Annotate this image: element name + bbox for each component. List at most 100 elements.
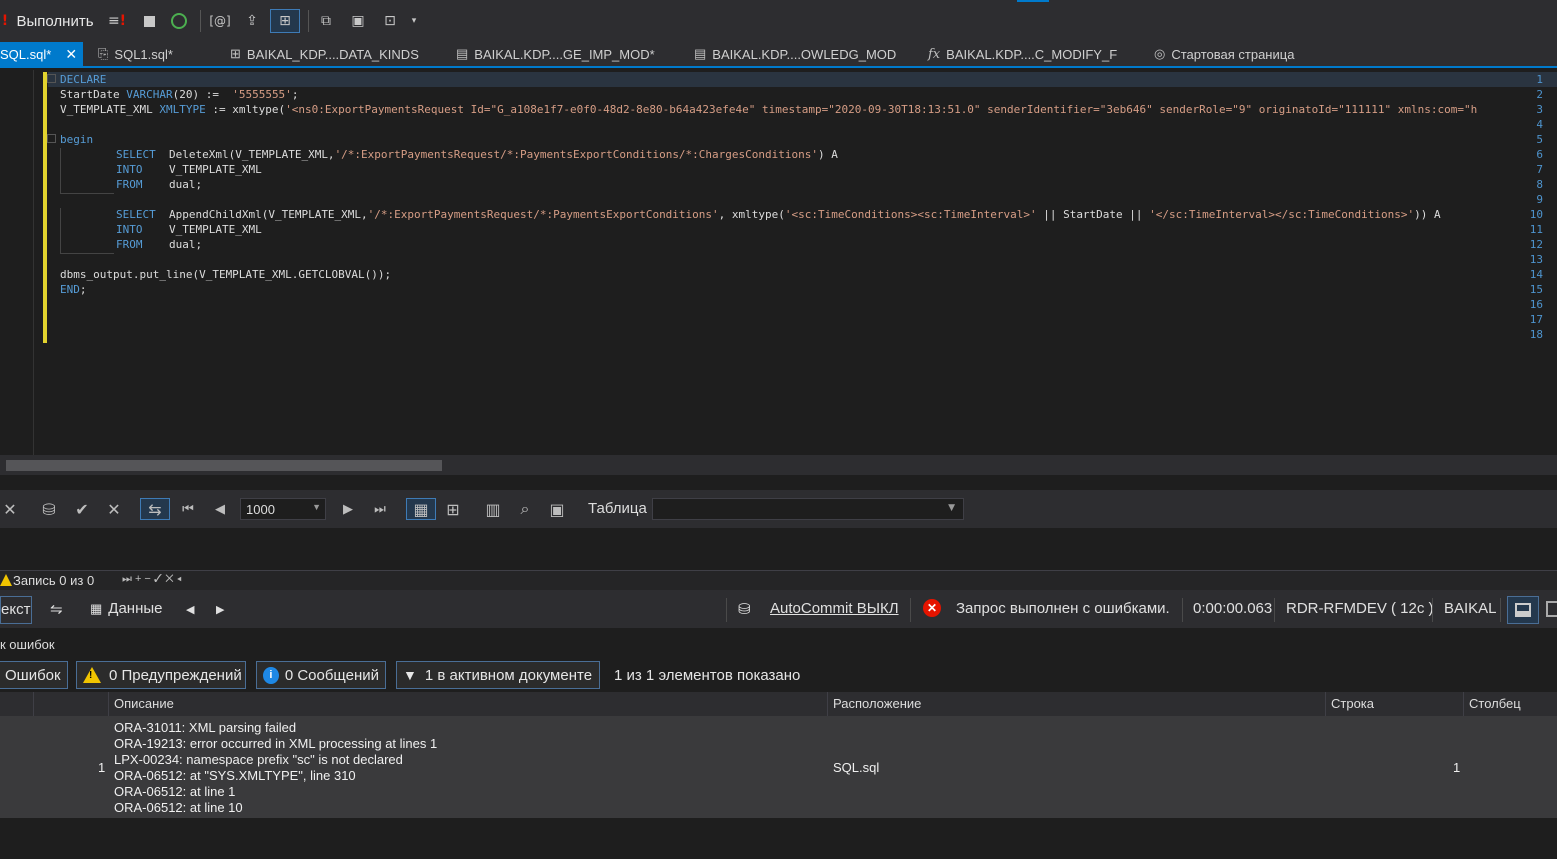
line-number: 8 [1536, 178, 1543, 191]
discard-icon[interactable]: ✕ [104, 498, 124, 520]
previous-page-icon[interactable]: ◀ [210, 498, 230, 520]
image-icon[interactable]: ▣ [346, 9, 370, 33]
bind-variables-icon[interactable]: [@] [208, 9, 232, 33]
code-line: V_TEMPLATE_XML XMLTYPE := xmltype('<ns0:… [60, 103, 1478, 116]
code-line: FROM dual; [116, 238, 203, 251]
schema-name[interactable]: BAIKAL [1444, 600, 1497, 617]
error-icon: ✕ [923, 599, 941, 617]
execute-icon[interactable]: ! [0, 9, 10, 33]
warnings-filter[interactable]: ! 0 Предупреждений [76, 661, 246, 689]
code-line: SELECT DeleteXml(V_TEMPLATE_XML,'/*:Expo… [116, 148, 838, 161]
sql-editor[interactable]: 1 2 3 4 5 6 7 8 9 10 11 12 13 14 15 16 1… [0, 70, 1557, 455]
post-edit-icon[interactable]: ⛁ [38, 498, 60, 520]
refresh-grid-icon[interactable]: ⇆ [140, 498, 170, 520]
tab-modify-f[interactable]: fx BAIKAL.KDP....C_MODIFY_F [928, 42, 1117, 66]
column-header-column[interactable]: Столбец [1469, 696, 1521, 711]
data-tab-label: Данные [108, 600, 163, 617]
tab-label: SQL.sql* [0, 46, 52, 62]
next-tab-icon[interactable]: ▶ [216, 603, 224, 616]
add-object-icon[interactable]: ⊡ [378, 9, 402, 33]
tab-label: BAIKAL.KDP....OWLEDG_MOD [712, 46, 897, 62]
toolbar-overflow-icon[interactable]: ▾ [406, 9, 422, 33]
table-icon: ⊞ [230, 46, 241, 61]
tab-sql1[interactable]: ⎘ SQL1.sql* [98, 42, 173, 66]
tab-start-page[interactable]: ◎ Стартовая страница [1154, 42, 1294, 66]
first-page-icon[interactable]: ⏮ [178, 498, 198, 520]
fold-icon[interactable] [47, 134, 56, 143]
active-document-filter[interactable]: ▼ 1 в активном документе [396, 661, 600, 689]
table-row[interactable]: 1 ORA-31011: XML parsing failed ORA-1921… [0, 716, 1557, 818]
error-line: 1 [1453, 760, 1461, 775]
find-icon[interactable]: ⌕ [514, 498, 536, 520]
grid-view-icon[interactable]: ▦ [406, 498, 436, 520]
results-pane-icon[interactable]: ⊞ [270, 9, 300, 33]
error-description-line: ORA-19213: error occurred in XML process… [114, 736, 438, 751]
line-number: 11 [1529, 223, 1543, 236]
editor-horizontal-scrollbar[interactable] [0, 455, 1557, 475]
row-number: 1 [98, 760, 106, 775]
toolbar-indicator [1017, 0, 1049, 2]
line-number: 16 [1529, 298, 1543, 311]
filter-icon: ▼ [403, 667, 417, 683]
line-number: 9 [1536, 193, 1543, 206]
status-bar: екст ⇋ ▦ Данные ◀ ▶ ⛁ AutoCommit ВЫКЛ ✕ З… [0, 590, 1557, 628]
panel-right-icon[interactable] [1546, 601, 1557, 617]
start-page-icon: ◎ [1154, 46, 1166, 61]
execute-button[interactable]: Выполнить [14, 9, 96, 33]
panel-bottom-icon[interactable] [1507, 596, 1539, 624]
column-header-location[interactable]: Расположение [833, 696, 921, 711]
card-view-icon[interactable]: ⊞ [442, 498, 464, 520]
table-label: Таблица [588, 500, 647, 517]
errors-filter-label: Ошибок [5, 666, 61, 684]
text-view-tab[interactable]: екст [0, 596, 32, 624]
swap-icon[interactable]: ⇋ [50, 600, 63, 618]
line-number: 4 [1536, 118, 1543, 131]
grid-toolbar: ✕ ⛁ ✔ ✕ ⇆ ⏮ ◀ 1000 ▼ ▶ ⏭ ▦ ⊞ ▥ ⌕ ▣ Таблиц… [0, 490, 1557, 528]
apply-icon[interactable]: ✔ [72, 498, 92, 520]
page-size-select[interactable]: 1000 ▼ [240, 498, 326, 520]
code-line: StartDate VARCHAR(20) := '5555555'; [60, 88, 299, 101]
tab-label: BAIKAL.KDP....C_MODIFY_F [946, 46, 1118, 62]
data-tab[interactable]: ▦ Данные [90, 600, 163, 617]
autocommit-icon[interactable]: ⛁ [738, 600, 751, 618]
history-icon[interactable] [168, 9, 190, 33]
fold-icon[interactable] [47, 74, 56, 83]
export-icon[interactable]: ⇪ [240, 9, 264, 33]
chevron-down-icon: ▼ [312, 502, 321, 512]
export-grid-icon[interactable]: ▣ [546, 498, 568, 520]
line-number: 14 [1529, 268, 1543, 281]
autocommit-toggle[interactable]: AutoCommit ВЫКЛ [770, 600, 899, 617]
line-number: 1 [1536, 73, 1543, 86]
error-description-line: ORA-06512: at line 10 [114, 800, 243, 815]
warning-icon [0, 572, 12, 588]
column-header-line[interactable]: Строка [1331, 696, 1374, 711]
execute-script-icon[interactable]: ≡! [106, 9, 128, 33]
query-builder-icon[interactable]: ⧉ [314, 9, 338, 33]
table-select[interactable]: ▼ [652, 498, 964, 520]
scrollbar-thumb[interactable] [6, 460, 442, 471]
stop-icon[interactable] [139, 9, 159, 33]
code-line: FROM dual; [116, 178, 203, 191]
tab-ge-imp-mod[interactable]: ▤ BAIKAL.KDP....GE_IMP_MOD* [456, 42, 655, 66]
tab-sql[interactable]: SQL.sql* ✕ [0, 42, 84, 66]
close-icon[interactable]: ✕ [65, 46, 77, 63]
info-icon: i [263, 666, 279, 684]
previous-tab-icon[interactable]: ◀ [186, 603, 194, 616]
errors-filter[interactable]: Ошибок [0, 661, 68, 689]
main-toolbar: ! Выполнить ≡! [@] ⇪ ⊞ ⧉ ▣ ⊡ ▾ [0, 0, 1557, 42]
record-nav-buttons[interactable]: ⏭ + − ✓ ✕ ◂ [122, 573, 182, 586]
connection-name[interactable]: RDR-RFMDEV ( 12c ) [1286, 600, 1434, 617]
error-description-line: ORA-31011: XML parsing failed [114, 720, 297, 735]
warnings-filter-label: 0 Предупреждений [109, 666, 242, 684]
messages-filter[interactable]: i 0 Сообщений [256, 661, 386, 689]
columns-icon[interactable]: ▥ [482, 498, 504, 520]
column-header-description[interactable]: Описание [114, 696, 174, 711]
code-line: dbms_output.put_line(V_TEMPLATE_XML.GETC… [60, 268, 392, 281]
cancel-edit-icon[interactable]: ✕ [0, 498, 20, 520]
tab-data-kinds[interactable]: ⊞ BAIKAL_KDP....DATA_KINDS [230, 42, 419, 66]
code-line: INTO V_TEMPLATE_XML [116, 223, 262, 236]
grid-icon: ▦ [90, 601, 103, 616]
last-page-icon[interactable]: ⏭ [370, 498, 390, 520]
next-page-icon[interactable]: ▶ [338, 498, 358, 520]
tab-owledg-mod[interactable]: ▤ BAIKAL.KDP....OWLEDG_MOD [694, 42, 896, 66]
